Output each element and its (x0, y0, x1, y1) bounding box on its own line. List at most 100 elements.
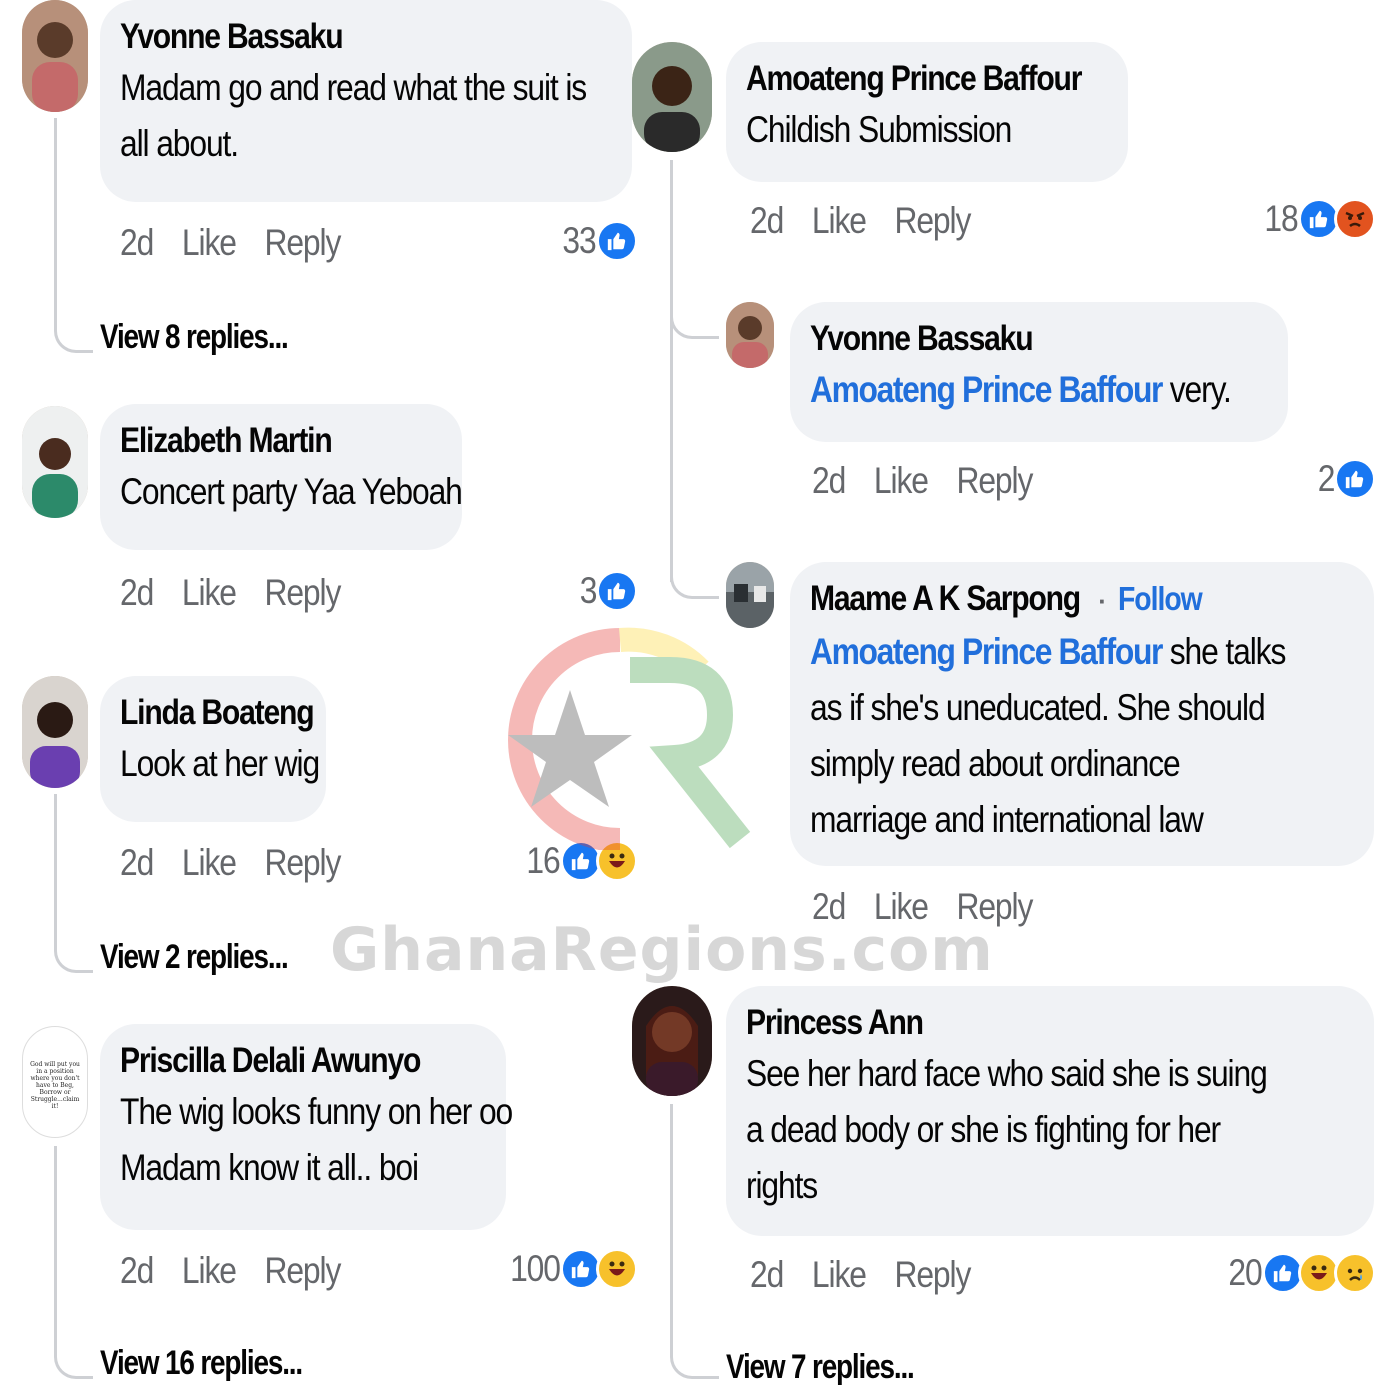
comment-actions: 2d Like Reply (750, 1254, 971, 1296)
comment-bubble: Yvonne Bassaku Madam go and read what th… (100, 0, 632, 202)
follow-button[interactable]: Follow (1118, 576, 1203, 622)
like-button[interactable]: Like (182, 572, 265, 614)
like-reaction-icon (596, 570, 638, 612)
comment-text-line: marriage and international law (810, 799, 1204, 840)
reply-button[interactable]: Reply (956, 460, 1033, 502)
reply-button[interactable]: Reply (894, 200, 971, 242)
comment-text-line: a dead body or she is fighting for her (746, 1109, 1221, 1150)
like-button[interactable]: Like (182, 222, 265, 264)
avatar[interactable] (22, 406, 88, 518)
watermark-logo-text: GR (620, 752, 635, 763)
reply-button[interactable]: Reply (264, 222, 341, 264)
comment-bubble: Elizabeth Martin Concert party Yaa Yeboa… (100, 404, 463, 550)
avatar[interactable] (632, 986, 712, 1096)
thread-connector (54, 1146, 93, 1379)
avatar[interactable] (22, 676, 88, 788)
comment-actions: 2d Like Reply (812, 460, 1033, 502)
view-replies-link[interactable]: View 16 replies... (100, 1344, 303, 1383)
view-replies-link[interactable]: View 7 replies... (726, 1348, 915, 1387)
comment-actions: 2d Like Reply (120, 842, 341, 884)
comment-text-line: See her hard face who said she is suing (746, 1053, 1268, 1094)
comment-author[interactable]: Yvonne Bassaku (810, 316, 1202, 362)
reaction-count: 33 (562, 220, 597, 261)
thread-connector (54, 118, 93, 353)
view-replies-link[interactable]: View 8 replies... (100, 318, 289, 357)
reaction-summary[interactable]: 33 (557, 220, 638, 262)
reaction-count: 100 (510, 1248, 561, 1289)
avatar-photo (22, 406, 88, 518)
avatar-quote-text: God will put you in a position where you… (30, 1061, 80, 1110)
reaction-summary[interactable]: 100 (502, 1248, 638, 1290)
mention-link[interactable]: Amoateng Prince Baffour (810, 631, 1163, 672)
like-reaction-icon (1334, 458, 1376, 500)
avatar[interactable] (22, 0, 88, 112)
comment-text-line: as if she's uneducated. She should (810, 687, 1266, 728)
reaction-summary[interactable]: 20 (1223, 1252, 1376, 1294)
comment-text: Childish Submission (746, 109, 1012, 150)
avatar[interactable] (726, 302, 774, 368)
reply-button[interactable]: Reply (894, 1254, 971, 1296)
reaction-count: 2 (1317, 458, 1335, 499)
comment-age[interactable]: 2d (750, 200, 812, 242)
comment-actions: 2d Like Reply (120, 572, 341, 614)
view-replies-link[interactable]: View 2 replies... (100, 938, 289, 977)
comment-bubble: Maame A K Sarpong · Follow Amoateng Prin… (790, 562, 1374, 866)
haha-reaction-icon (596, 1248, 638, 1290)
comment-actions: 2d Like Reply (750, 200, 971, 242)
like-button[interactable]: Like (812, 1254, 895, 1296)
comment-author[interactable]: Princess Ann (746, 1000, 1267, 1046)
comment-author-row: Maame A K Sarpong · Follow (810, 576, 1352, 624)
comment-bubble: Amoateng Prince Baffour Childish Submiss… (726, 42, 1128, 182)
watermark-logo: GR (508, 627, 751, 850)
reply-button[interactable]: Reply (264, 572, 341, 614)
comment-author[interactable]: Priscilla Delali Awunyo (120, 1038, 433, 1084)
like-button[interactable]: Like (182, 842, 265, 884)
reaction-count: 3 (579, 570, 597, 611)
comment-age[interactable]: 2d (750, 1254, 812, 1296)
reaction-summary[interactable]: 18 (1259, 198, 1376, 240)
comment-age[interactable]: 2d (120, 842, 182, 884)
comment-text-line: Madam know it all.. boi (120, 1147, 419, 1188)
like-button[interactable]: Like (874, 460, 957, 502)
thread-connector (54, 794, 93, 973)
comment-text-line: rights (746, 1165, 818, 1206)
comment-actions: 2d Like Reply (120, 222, 341, 264)
reaction-count: 18 (1264, 198, 1299, 239)
angry-reaction-icon (1334, 198, 1376, 240)
comment-author[interactable]: Linda Boateng (120, 690, 315, 736)
comment-text-line: Amoateng Prince Baffour she talks (810, 624, 1286, 680)
avatar[interactable]: God will put you in a position where you… (22, 1026, 88, 1138)
reaction-summary[interactable]: 3 (577, 570, 638, 612)
avatar[interactable] (632, 42, 712, 152)
comment-text-line: The wig looks funny on her oo (120, 1091, 513, 1132)
comment-age[interactable]: 2d (120, 1250, 182, 1292)
comment-age[interactable]: 2d (812, 460, 874, 502)
mention-link[interactable]: Amoateng Prince Baffour (810, 369, 1163, 410)
avatar-photo (726, 302, 774, 368)
comment-text-rest: very. (1162, 369, 1232, 410)
thread-connector (670, 1104, 719, 1379)
comment-bubble: Linda Boateng Look at her wig (100, 676, 326, 822)
reply-button[interactable]: Reply (264, 1250, 341, 1292)
comment-bubble: Yvonne Bassaku Amoateng Prince Baffour v… (790, 302, 1288, 442)
comment-bubble: Priscilla Delali Awunyo The wig looks fu… (100, 1024, 513, 1230)
comment-author[interactable]: Elizabeth Martin (120, 418, 395, 464)
comment-author[interactable]: Amoateng Prince Baffour (746, 56, 1082, 102)
comment-author[interactable]: Yvonne Bassaku (120, 14, 541, 60)
thread-connector (670, 300, 719, 339)
comment-age[interactable]: 2d (120, 572, 182, 614)
reply-button[interactable]: Reply (264, 842, 341, 884)
comment-text: Amoateng Prince Baffour very. (810, 362, 1232, 418)
comment-actions: 2d Like Reply (120, 1250, 341, 1292)
reaction-summary[interactable]: 2 (1315, 458, 1376, 500)
like-button[interactable]: Like (182, 1250, 265, 1292)
sad-reaction-icon (1334, 1252, 1376, 1294)
avatar-photo (22, 676, 88, 788)
reaction-count: 20 (1228, 1252, 1263, 1293)
comment-bubble: Princess Ann See her hard face who said … (726, 986, 1374, 1236)
comment-author[interactable]: Maame A K Sarpong (810, 576, 1081, 622)
like-reaction-icon (596, 220, 638, 262)
comment-text-line: simply read about ordinance (810, 743, 1181, 784)
like-button[interactable]: Like (812, 200, 895, 242)
comment-age[interactable]: 2d (120, 222, 182, 264)
